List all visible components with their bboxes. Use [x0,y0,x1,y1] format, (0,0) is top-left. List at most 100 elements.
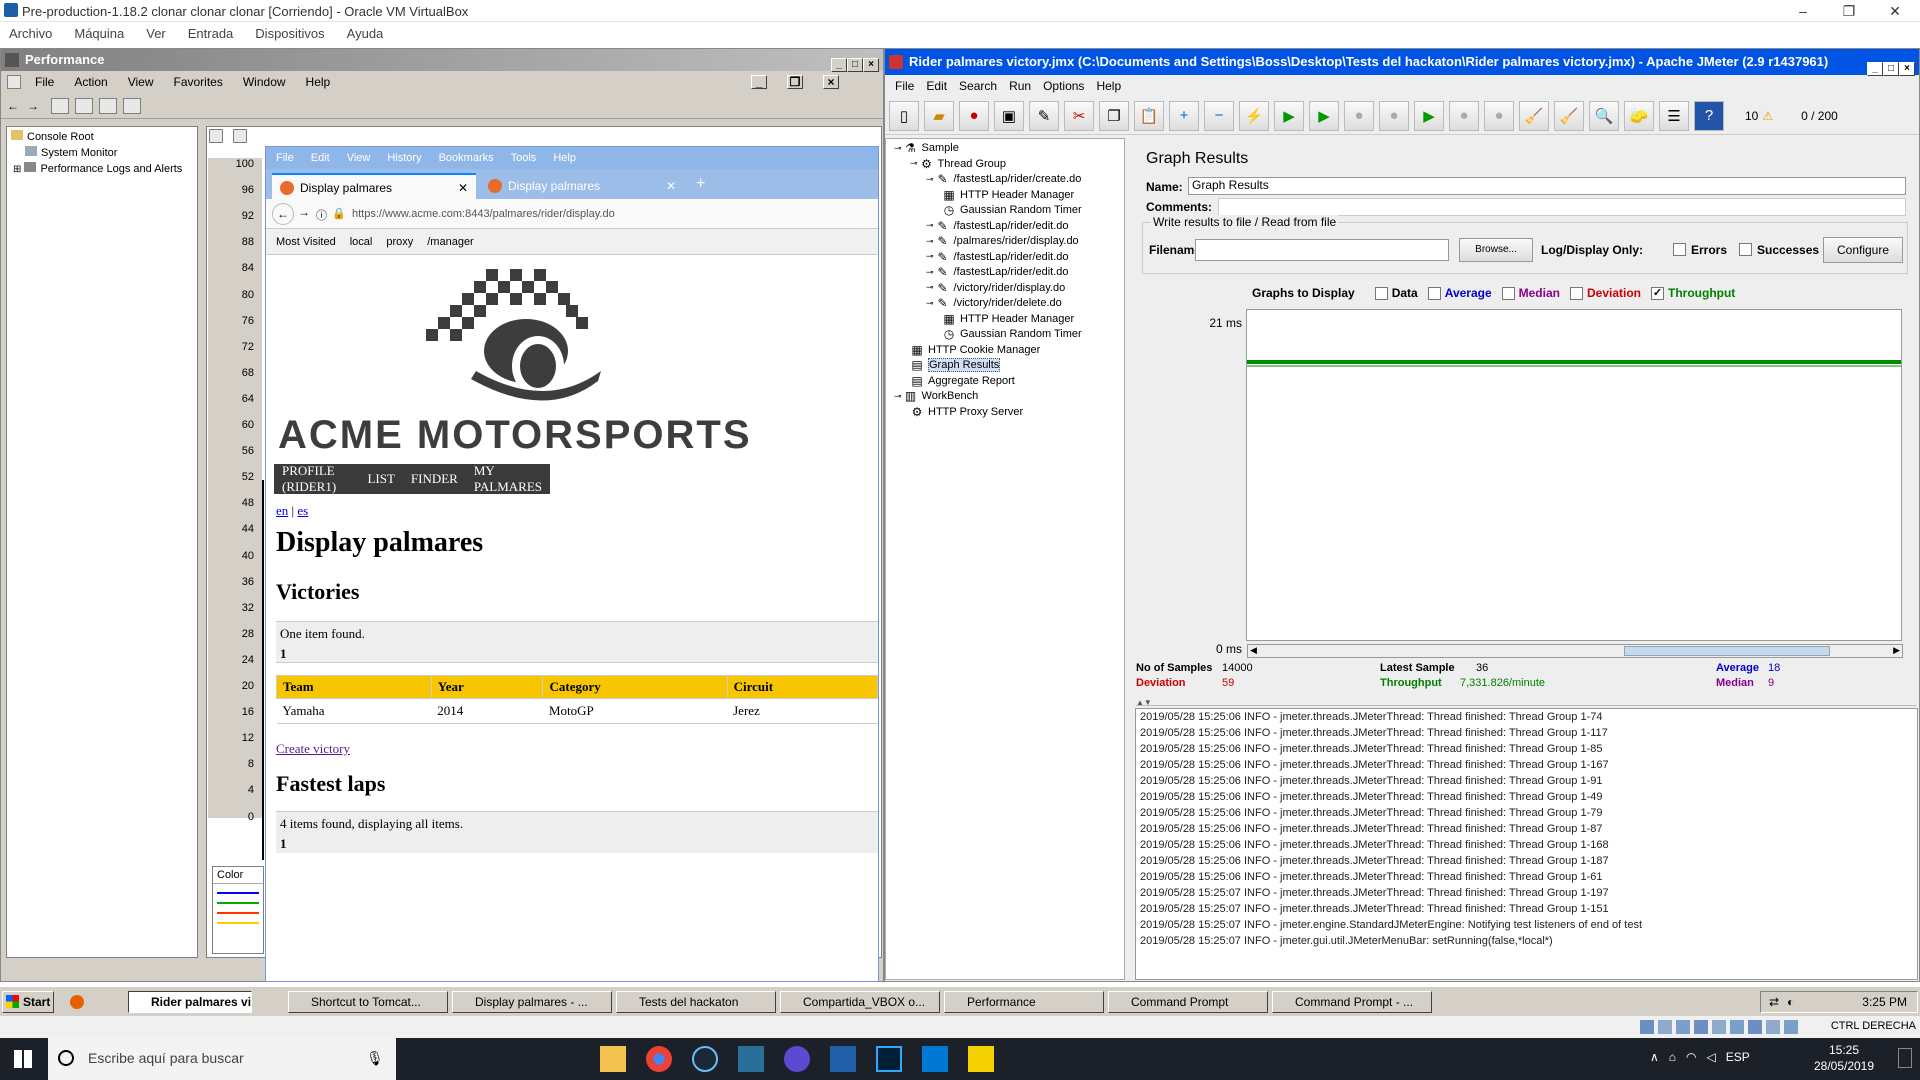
new-icon[interactable]: ▯ [889,100,919,131]
scroll-right-icon[interactable]: ▶ [1893,645,1900,656]
expand-toggle-icon[interactable]: ⊸ [894,391,902,402]
ff-menu-history[interactable]: History [387,152,421,164]
clear-display-icon[interactable] [233,129,247,143]
nav-finder[interactable]: FINDER [411,471,458,487]
virtualbox-task-icon[interactable] [830,1046,856,1072]
tray-network-icon[interactable]: ⌂ [1669,1050,1676,1064]
new-tab-icon[interactable]: + [696,175,705,193]
tray-wifi-icon[interactable]: ◠ [1686,1050,1696,1064]
jm-menu-search[interactable]: Search [959,79,997,93]
perf-menu-action[interactable]: Action [74,75,107,89]
tree-node[interactable]: ◷ Gaussian Random Timer [942,327,1082,341]
tree-node[interactable]: ▦ HTTP Cookie Manager [910,343,1040,357]
sticky-notes-icon[interactable] [968,1046,994,1072]
menu-ayuda[interactable]: Ayuda [347,22,384,46]
jm-close-button[interactable]: × [1899,62,1915,76]
perf-menu-help[interactable]: Help [306,75,331,89]
tree-node[interactable]: ⊸ ⚙ Thread Group [910,157,1006,171]
jm-menu-edit[interactable]: Edit [926,79,947,93]
nav-list[interactable]: LIST [367,471,394,487]
graph-option-checkbox[interactable] [1501,286,1515,300]
taskbar-cmd-2[interactable]: Command Prompt - ... [1272,991,1432,1013]
show-tree-icon[interactable] [75,97,93,114]
tree-node[interactable]: ⊸ ▥ WorkBench [894,389,978,403]
expand-toggle-icon[interactable]: ⊸ [926,298,934,309]
graph-option-checkbox[interactable]: ✓ [1651,286,1664,300]
app-icon[interactable] [738,1046,764,1072]
tab-close-icon[interactable]: ✕ [666,173,676,199]
tree-node[interactable]: ⊸ ✎ /victory/rider/delete.do [926,296,1062,310]
notifications-icon[interactable] [1898,1048,1912,1068]
tree-node[interactable]: ⊸ ✎ /fastestLap/rider/edit.do [926,265,1069,279]
expand-toggle-icon[interactable]: ⊸ [926,251,934,262]
name-input[interactable]: Graph Results [1188,177,1906,195]
scroll-thumb[interactable] [1624,646,1830,656]
tab-display-palmares[interactable]: Display palmares ✕ [480,173,684,199]
clear-icon[interactable]: 🧹 [1519,100,1549,131]
collapse-icon[interactable]: − [1204,100,1234,131]
chrome-icon[interactable] [646,1046,672,1072]
filename-input[interactable] [1195,239,1449,261]
menu-archivo[interactable]: Archivo [9,22,52,46]
taskbar-compartida[interactable]: Compartida_VBOX o... [780,991,940,1013]
guest-clock[interactable]: 3:25 PM [1862,992,1907,1012]
tree-node[interactable]: ▦ HTTP Header Manager [942,312,1074,326]
tree-node[interactable]: ▤ Aggregate Report [910,374,1015,388]
browse-button[interactable]: Browse... [1459,238,1533,262]
graph-option-checkbox[interactable] [1569,286,1583,300]
expand-toggle-icon[interactable]: ⊸ [926,267,934,278]
jm-menu-run[interactable]: Run [1009,79,1031,93]
create-victory-link[interactable]: Create victory [276,741,350,757]
taskbar-tomcat[interactable]: Shortcut to Tomcat... [288,991,448,1013]
configure-button[interactable]: Configure [1823,237,1903,263]
menu-entrada[interactable]: Entrada [188,22,234,46]
perf-menu-favorites[interactable]: Favorites [174,75,223,89]
lang-en-link[interactable]: en [276,503,288,518]
close-file-icon[interactable]: ● [959,100,989,131]
optical-icon[interactable] [1658,1020,1672,1034]
perf-close-button[interactable]: × [863,58,879,72]
menu-maquina[interactable]: Máquina [74,22,124,46]
tray-lang[interactable]: ESP [1726,1050,1750,1064]
clear-all-icon[interactable]: 🧹 [1554,100,1584,131]
warning-icon[interactable]: ⚠ [1762,109,1773,123]
bookmark-manager[interactable]: /manager [427,236,473,248]
audio-icon[interactable] [1676,1020,1690,1034]
volume-tray-icon[interactable]: ◐ [1787,992,1794,1012]
tree-node[interactable]: ▤ Graph Results [910,358,1001,372]
menu-ver[interactable]: Ver [146,22,166,46]
microphone-icon[interactable]: 🎙 [366,1050,384,1067]
child-restore-button[interactable]: ❐ [787,75,803,89]
child-minimize-button[interactable]: _ [751,75,767,89]
expand-toggle-icon[interactable]: ⊸ [926,282,934,293]
nav-profile[interactable]: PROFILE (RIDER1) [282,463,351,495]
ff-menu-view[interactable]: View [347,152,371,164]
taskbar-performance[interactable]: Performance [944,991,1104,1013]
perf-maximize-button[interactable]: □ [847,58,863,72]
graph-scrollbar[interactable]: ◀ ▶ [1247,644,1903,658]
split-pane-divider[interactable]: ▲▼ [1136,698,1916,707]
taskbar-jmeter[interactable]: Rider palmares vic... [128,991,252,1013]
taskbar-explorer[interactable]: Tests del hackaton [616,991,776,1013]
network-icon[interactable] [1694,1020,1708,1034]
open-icon[interactable]: ▰ [924,100,954,131]
new-counter-icon[interactable] [209,129,223,143]
tree-node[interactable]: ⊸ ✎ /victory/rider/display.do [926,281,1065,295]
expand-toggle-icon[interactable]: ⊸ [926,236,934,247]
taskbar-firefox[interactable]: Display palmares - ... [452,991,612,1013]
graph-option-checkbox[interactable] [1427,286,1441,300]
perf-menu-view[interactable]: View [128,75,154,89]
lock-icon[interactable]: 🔒 [332,207,346,220]
tray-chevron-icon[interactable]: ∧ [1650,1050,1659,1064]
jm-menu-file[interactable]: File [895,79,914,93]
cut-icon[interactable]: ✂ [1064,100,1094,131]
tree-node[interactable]: ▦ HTTP Header Manager [942,188,1074,202]
remote-shutdown-icon[interactable]: ● [1484,100,1514,131]
usb-icon[interactable] [1712,1020,1726,1034]
jm-maximize-button[interactable]: □ [1883,62,1899,76]
bookmark-proxy[interactable]: proxy [386,236,413,248]
function-helper-icon[interactable]: ☰ [1659,100,1689,131]
search-box[interactable]: Escribe aquí para buscar 🎙 [48,1038,396,1080]
minimize-button[interactable]: – [1780,0,1826,22]
perf-menu-file[interactable]: File [35,75,54,89]
